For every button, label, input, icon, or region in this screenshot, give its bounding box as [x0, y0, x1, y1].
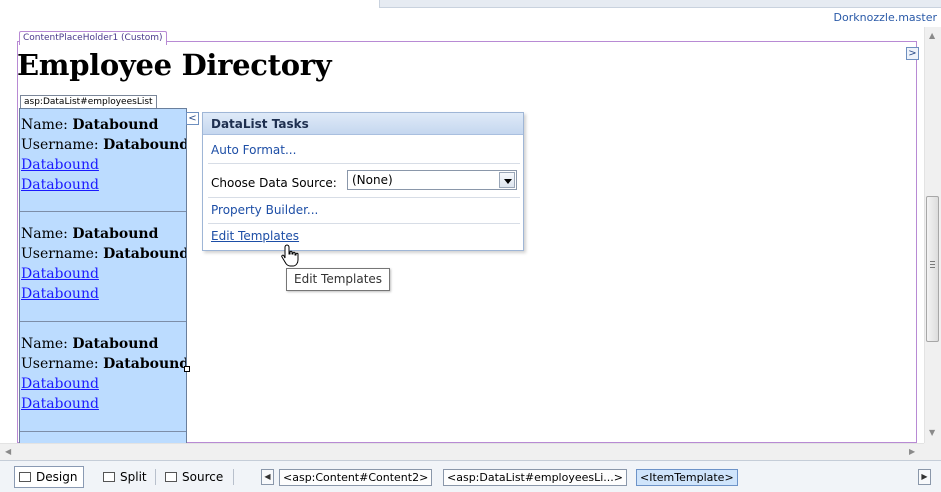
breadcrumb-itemtemplate[interactable]: <ItemTemplate> — [636, 469, 738, 486]
databound-link[interactable]: Databound — [21, 177, 99, 193]
item-separator — [20, 321, 186, 322]
vertical-scroll-thumb[interactable] — [926, 196, 939, 342]
name-value: Databound — [72, 117, 159, 133]
username-label: Username: — [21, 356, 99, 372]
master-page-label[interactable]: Dorknozzle.master — [831, 9, 939, 27]
divider — [233, 469, 234, 485]
dropdown-arrow-icon[interactable] — [499, 172, 515, 188]
name-label: Name: — [21, 117, 68, 133]
username-value: Databound — [103, 356, 187, 372]
breadcrumb-datalist[interactable]: <asp:DataList#employeesLi...> — [443, 469, 628, 486]
design-label: Design — [36, 470, 78, 484]
edit-templates-link[interactable]: Edit Templates — [211, 229, 299, 243]
expand-chevron-icon[interactable]: > — [906, 47, 919, 60]
view-bar: Design Split Source ◀ <asp:Content#Conte… — [0, 460, 941, 492]
name-value: Databound — [72, 336, 159, 352]
item-separator — [20, 211, 186, 212]
scroll-right-icon[interactable]: ▶ — [909, 447, 915, 456]
username-label: Username: — [21, 137, 99, 153]
split-view-button[interactable]: Split — [98, 466, 154, 488]
list-item: Name: Databound Username: Databound Data… — [20, 115, 187, 195]
hand-cursor-icon — [281, 244, 299, 267]
name-label: Name: — [21, 226, 68, 242]
username-label: Username: — [21, 246, 99, 262]
tasks-title: DataList Tasks — [203, 113, 523, 135]
databound-link[interactable]: Databound — [21, 396, 99, 412]
scroll-left-icon[interactable]: ◀ — [5, 447, 11, 456]
split-view-icon — [103, 472, 115, 482]
split-label: Split — [120, 470, 147, 484]
list-item: Name: Databound Username: Databound Data… — [20, 334, 187, 414]
item-separator — [20, 431, 186, 432]
source-label: Source — [182, 470, 224, 484]
data-source-dropdown[interactable]: (None) — [347, 170, 517, 190]
name-value: Databound — [72, 226, 159, 242]
horizontal-scrollbar[interactable]: ◀ ▶ — [0, 443, 924, 460]
choose-data-source-label: Choose Data Source: — [211, 176, 337, 190]
content-placeholder-tab[interactable]: ContentPlaceHolder1 (Custom) — [19, 31, 167, 45]
divider — [208, 163, 520, 164]
collapse-chevron-icon[interactable]: < — [186, 112, 199, 125]
grip-line — [930, 267, 935, 268]
username-value: Databound — [103, 137, 187, 153]
scroll-up-icon[interactable]: ▲ — [929, 31, 935, 40]
design-view-button[interactable]: Design — [14, 466, 85, 488]
databound-link[interactable]: Databound — [21, 266, 99, 282]
databound-link[interactable]: Databound — [21, 157, 99, 173]
breadcrumb-forward-icon[interactable]: ▶ — [918, 469, 931, 485]
divider — [208, 223, 520, 224]
divider — [155, 469, 156, 485]
databound-link[interactable]: Databound — [21, 376, 99, 392]
active-document-tab[interactable] — [0, 0, 380, 8]
name-label: Name: — [21, 336, 68, 352]
datalist-tasks-panel: DataList Tasks Auto Format... Choose Dat… — [202, 112, 524, 251]
breadcrumb-back-icon[interactable]: ◀ — [261, 469, 274, 485]
property-builder-link[interactable]: Property Builder... — [211, 203, 318, 217]
auto-format-link[interactable]: Auto Format... — [211, 143, 296, 157]
grip-line — [930, 261, 935, 262]
data-source-value: (None) — [352, 173, 393, 187]
resize-handle[interactable] — [184, 366, 190, 372]
source-view-button[interactable]: Source — [160, 466, 230, 488]
tooltip: Edit Templates — [286, 268, 391, 291]
design-view-icon — [19, 472, 31, 482]
scroll-down-icon[interactable]: ▼ — [929, 428, 935, 437]
list-item: Name: Databound Username: Databound Data… — [20, 224, 187, 304]
datalist-control[interactable]: Name: Databound Username: Databound Data… — [19, 108, 187, 444]
username-value: Databound — [103, 246, 187, 262]
databound-link[interactable]: Databound — [21, 286, 99, 302]
source-view-icon — [165, 472, 177, 482]
grip-line — [930, 264, 935, 265]
breadcrumb-content[interactable]: <asp:Content#Content2> — [279, 469, 433, 486]
datalist-tag[interactable]: asp:DataList#employeesList — [20, 95, 157, 108]
divider — [208, 197, 520, 198]
page-title: Employee Directory — [17, 48, 332, 82]
scrollbar-corner — [924, 443, 941, 460]
